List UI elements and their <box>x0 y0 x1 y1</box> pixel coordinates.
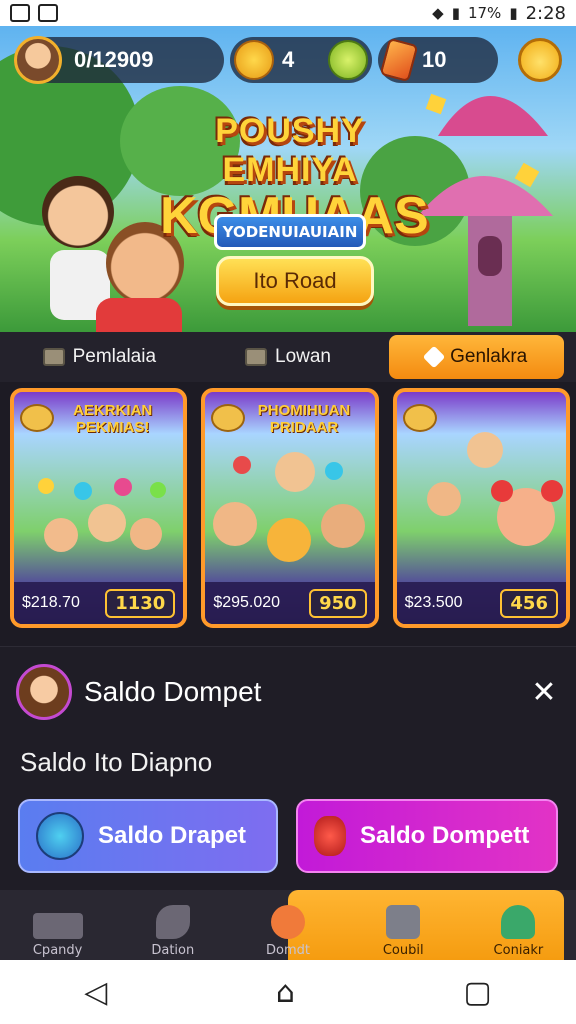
card-footer: $218.70 1130 <box>14 582 184 624</box>
nav-item-dation[interactable]: Dation <box>115 890 230 960</box>
camera-icon <box>38 4 58 22</box>
gem-icon <box>379 37 419 83</box>
battery-text: 17% <box>467 4 502 22</box>
nav-item-cpandy[interactable]: Cpandy <box>0 890 115 960</box>
card-title: PHOMIHUAN PRIDAAR <box>257 402 351 436</box>
hero-subtitle: YODENUIAUIAIN <box>214 214 366 250</box>
balance-pill[interactable]: 0/12909 <box>14 36 224 84</box>
gallery-icon <box>10 4 30 22</box>
game-card[interactable]: $23.500 456 <box>392 388 570 628</box>
card-badge: 456 <box>500 588 558 618</box>
close-icon[interactable]: ✕ <box>528 675 560 710</box>
battery-icon: ▮ <box>509 4 518 22</box>
wallet-header: Saldo Dompet ✕ <box>16 663 560 721</box>
wallet-avatar <box>16 664 72 720</box>
character-icon <box>36 812 84 860</box>
wallet-label: Saldo Ito Diapno <box>20 747 213 777</box>
saldo-dompett-button[interactable]: Saldo Dompett <box>296 799 558 873</box>
heart-icon <box>501 905 536 939</box>
nav-label: Coniakr <box>493 943 544 958</box>
nav-label: Domdt <box>266 943 310 958</box>
treehouse-illustration <box>418 93 553 326</box>
smiley-icon[interactable] <box>518 38 562 82</box>
game-card-list: AEKRKIAN PEKMIAS! $218.70 1130 PHOMIHUAN… <box>10 388 570 628</box>
profile-avatar[interactable] <box>14 36 62 84</box>
tab-label: Lowan <box>275 346 331 367</box>
nav-item-coniakr[interactable]: Coniakr <box>461 890 576 960</box>
balance-value: 0/12909 <box>74 47 154 72</box>
button-label: Saldo Drapet <box>98 822 247 849</box>
gem-count: 10 <box>422 47 447 72</box>
wifi-icon: ◆ <box>432 4 444 22</box>
card-title: AEKRKIAN PEKMIAS! <box>73 402 153 436</box>
wallet-panel: Saldo Dompet ✕ Saldo Ito Diapno Saldo Dr… <box>0 646 576 890</box>
category-tabs: Pemlalaia Lowan Genlakra <box>0 332 576 382</box>
back-icon[interactable]: ◁ <box>84 975 107 1010</box>
card-tag-icon <box>402 404 437 432</box>
add-coin-icon[interactable] <box>328 40 368 80</box>
top-bar: 0/12909 4 10 <box>14 32 562 88</box>
leaf-icon <box>155 905 190 939</box>
coin-count: 4 <box>282 47 295 72</box>
wallet-title: Saldo Dompet <box>84 676 262 707</box>
tab-lowan[interactable]: Lowan <box>201 335 376 379</box>
card-price: $218.70 <box>22 594 80 611</box>
card-footer: $23.500 456 <box>396 582 566 624</box>
nav-item-coubil[interactable]: Coubil <box>346 890 461 960</box>
game-card[interactable]: PHOMIHUAN PRIDAAR $295.020 950 <box>201 388 379 628</box>
nav-label: Coubil <box>382 943 424 958</box>
card-price: $295.020 <box>213 594 281 611</box>
tab-label: Pemlalaia <box>72 346 157 367</box>
status-bar: ◆ ▮ 17% ▮ 2:28 <box>0 0 576 26</box>
system-nav-bar: ◁ ⌂ ▢ <box>0 960 576 1024</box>
tab-genlakra[interactable]: Genlakra <box>389 335 565 379</box>
diamond-icon <box>422 345 446 369</box>
face-icon <box>271 905 305 939</box>
coin-pill[interactable]: 4 <box>230 37 372 83</box>
title-line1: POUSHY EMHIYA <box>215 112 365 189</box>
hero-load-button[interactable]: Ito Road <box>216 256 374 306</box>
saldo-drapet-button[interactable]: Saldo Drapet <box>18 799 278 873</box>
chest-icon <box>245 348 267 366</box>
nav-label: Cpandy <box>32 943 83 958</box>
star-coin-icon <box>234 40 274 80</box>
recents-icon[interactable]: ▢ <box>463 975 491 1010</box>
signal-icon: ▮ <box>451 4 460 22</box>
chest-icon <box>42 348 65 366</box>
boy-body <box>96 298 182 332</box>
button-label: Saldo Dompett <box>360 822 530 849</box>
gem-pill[interactable]: 10 <box>378 37 498 83</box>
chart-icon <box>32 913 83 939</box>
nav-item-domdt[interactable]: Domdt <box>230 890 345 960</box>
card-badge: 1130 <box>105 588 176 618</box>
robot-icon <box>386 905 421 939</box>
tab-pemlalaia[interactable]: Pemlalaia <box>12 335 187 379</box>
girl-character <box>42 176 114 248</box>
bottom-nav: Cpandy Dation Domdt Coubil Coniakr <box>0 890 576 960</box>
home-icon[interactable]: ⌂ <box>276 975 295 1010</box>
clock: 2:28 <box>525 2 566 24</box>
game-card[interactable]: AEKRKIAN PEKMIAS! $218.70 1130 <box>10 388 188 628</box>
card-footer: $295.020 950 <box>205 582 375 624</box>
card-badge: 950 <box>309 588 367 618</box>
tab-label: Genlakra <box>450 346 528 367</box>
nav-label: Dation <box>151 943 195 958</box>
strawberry-icon <box>314 816 346 856</box>
card-price: $23.500 <box>404 594 463 611</box>
